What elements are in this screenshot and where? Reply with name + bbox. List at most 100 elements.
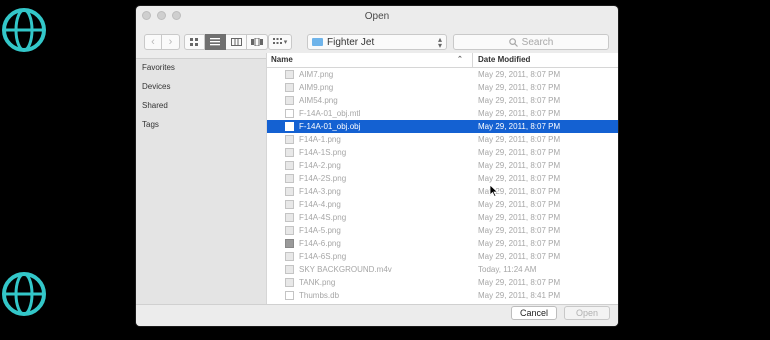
file-date-modified: Today, 11:24 AM <box>478 265 537 274</box>
image-file-icon <box>285 200 294 209</box>
up-down-chevron-icon: ▴ ▾ <box>437 35 442 50</box>
file-date-modified: May 29, 2011, 8:07 PM <box>478 239 561 248</box>
file-date-modified: May 29, 2011, 8:41 PM <box>478 291 561 300</box>
date-modified-column-header[interactable]: Date Modified <box>478 55 530 64</box>
image-file-icon <box>285 187 294 196</box>
view-mode-buttons <box>184 34 268 50</box>
sidebar-item-favorites[interactable]: Favorites <box>142 63 175 72</box>
file-row[interactable]: F14A-2.png May 29, 2011, 8:07 PM <box>267 159 618 172</box>
file-name: AIM7.png <box>299 70 334 79</box>
file-name: AIM9.png <box>299 83 334 92</box>
file-date-modified: May 29, 2011, 8:07 PM <box>478 278 561 287</box>
dialog-title: Open <box>364 11 390 22</box>
open-button[interactable]: Open <box>564 306 610 320</box>
sidebar-item-shared[interactable]: Shared <box>142 101 168 110</box>
chevron-down-icon: ▾ <box>283 39 288 46</box>
file-name: TANK.png <box>299 278 336 287</box>
file-date-modified: May 29, 2011, 8:07 PM <box>478 122 561 131</box>
cancel-button[interactable]: Cancel <box>511 306 557 320</box>
file-row[interactable]: F-14A-01_obj.mtl May 29, 2011, 8:07 PM <box>267 107 618 120</box>
globe-logo-icon <box>2 272 46 316</box>
file-row[interactable]: F14A-1.png May 29, 2011, 8:07 PM <box>267 133 618 146</box>
file-name: F-14A-01_obj.mtl <box>299 109 361 118</box>
file-date-modified: May 29, 2011, 8:07 PM <box>478 161 561 170</box>
sidebar: Favorites Devices Shared Tags <box>136 59 266 304</box>
arrange-icon <box>272 38 282 44</box>
file-date-modified: May 29, 2011, 8:07 PM <box>478 83 561 92</box>
file-rows: AIM7.png May 29, 2011, 8:07 PM AIM9.png May… <box>267 68 618 302</box>
file-row[interactable]: F14A-4.png May 29, 2011, 8:07 PM <box>267 198 618 211</box>
image-file-icon <box>285 70 294 79</box>
image-file-icon <box>285 161 294 170</box>
file-row[interactable]: SKY BACKGROUND.m4v Today, 11:24 AM <box>267 263 618 276</box>
close-window-button[interactable] <box>142 11 151 20</box>
forward-button[interactable]: › <box>162 34 180 50</box>
file-row[interactable]: Thumbs.db May 29, 2011, 8:41 PM <box>267 289 618 302</box>
file-name: F14A-6S.png <box>299 252 347 261</box>
file-row[interactable]: F14A-2S.png May 29, 2011, 8:07 PM <box>267 172 618 185</box>
file-row[interactable]: F-14A-01_obj.obj May 29, 2011, 8:07 PM <box>267 120 618 133</box>
sidebar-item-devices[interactable]: Devices <box>142 82 170 91</box>
file-name: F14A-4.png <box>299 200 341 209</box>
file-row[interactable]: TANK.png May 29, 2011, 8:07 PM <box>267 276 618 289</box>
search-placeholder: Search <box>521 36 554 48</box>
icon-view-icon <box>190 37 198 46</box>
file-row[interactable]: AIM7.png May 29, 2011, 8:07 PM <box>267 68 618 81</box>
location-label: Fighter Jet <box>327 36 375 48</box>
arrange-button[interactable]: ▾ <box>268 34 292 50</box>
cover-flow-icon <box>251 38 263 46</box>
title-bar: Open <box>136 6 618 26</box>
zoom-window-button[interactable] <box>172 11 181 20</box>
icon-view-button[interactable] <box>184 34 205 50</box>
document-file-icon <box>285 291 294 300</box>
video-file-icon <box>285 265 294 274</box>
file-date-modified: May 29, 2011, 8:07 PM <box>478 96 561 105</box>
file-row[interactable]: F14A-3.png May 29, 2011, 8:07 PM <box>267 185 618 198</box>
file-row[interactable]: AIM9.png May 29, 2011, 8:07 PM <box>267 81 618 94</box>
globe-logo-icon <box>2 8 46 52</box>
column-view-button[interactable] <box>226 34 247 50</box>
column-divider[interactable] <box>472 53 473 67</box>
file-date-modified: May 29, 2011, 8:07 PM <box>478 135 561 144</box>
file-row[interactable]: AIM54.png May 29, 2011, 8:07 PM <box>267 94 618 107</box>
file-date-modified: May 29, 2011, 8:07 PM <box>478 252 561 261</box>
location-popup[interactable]: Fighter Jet ▴ ▾ <box>307 34 447 50</box>
image-file-icon <box>285 83 294 92</box>
file-row[interactable]: F14A-6S.png May 29, 2011, 8:07 PM <box>267 250 618 263</box>
folder-icon <box>312 38 323 46</box>
file-name: F14A-6.png <box>299 239 341 248</box>
open-dialog: Open ‹ › ▾ Fighter Jet ▴ ▾ Search Favori… <box>136 6 618 326</box>
file-date-modified: May 29, 2011, 8:07 PM <box>478 148 561 157</box>
file-name: F14A-2S.png <box>299 174 347 183</box>
file-date-modified: May 29, 2011, 8:07 PM <box>478 109 561 118</box>
navigation-buttons: ‹ › <box>144 34 180 50</box>
document-file-icon <box>285 109 294 118</box>
file-row[interactable]: F14A-1S.png May 29, 2011, 8:07 PM <box>267 146 618 159</box>
file-name: AIM54.png <box>299 96 338 105</box>
image-file-icon <box>285 174 294 183</box>
minimize-window-button[interactable] <box>157 11 166 20</box>
file-name: SKY BACKGROUND.m4v <box>299 265 392 274</box>
file-row[interactable]: F14A-6.png May 29, 2011, 8:07 PM <box>267 237 618 250</box>
file-name: F14A-3.png <box>299 187 341 196</box>
file-name: F14A-1.png <box>299 135 341 144</box>
image-file-icon <box>285 96 294 105</box>
file-row[interactable]: F14A-4S.png May 29, 2011, 8:07 PM <box>267 211 618 224</box>
cover-flow-view-button[interactable] <box>247 34 268 50</box>
image-file-icon <box>285 226 294 235</box>
file-row[interactable]: F14A-5.png May 29, 2011, 8:07 PM <box>267 224 618 237</box>
file-name: F-14A-01_obj.obj <box>299 122 361 131</box>
sidebar-item-tags[interactable]: Tags <box>142 120 159 129</box>
file-name: F14A-4S.png <box>299 213 347 222</box>
file-name: F14A-2.png <box>299 161 341 170</box>
file-date-modified: May 29, 2011, 8:07 PM <box>478 174 561 183</box>
window-controls <box>142 11 181 20</box>
file-name: Thumbs.db <box>299 291 340 300</box>
name-column-header[interactable]: Name <box>271 55 293 64</box>
image-file-icon <box>285 213 294 222</box>
back-button[interactable]: ‹ <box>144 34 162 50</box>
search-field[interactable]: Search <box>453 34 609 50</box>
image-file-icon <box>285 135 294 144</box>
image-file-icon <box>285 278 294 287</box>
list-view-button[interactable] <box>205 34 226 50</box>
